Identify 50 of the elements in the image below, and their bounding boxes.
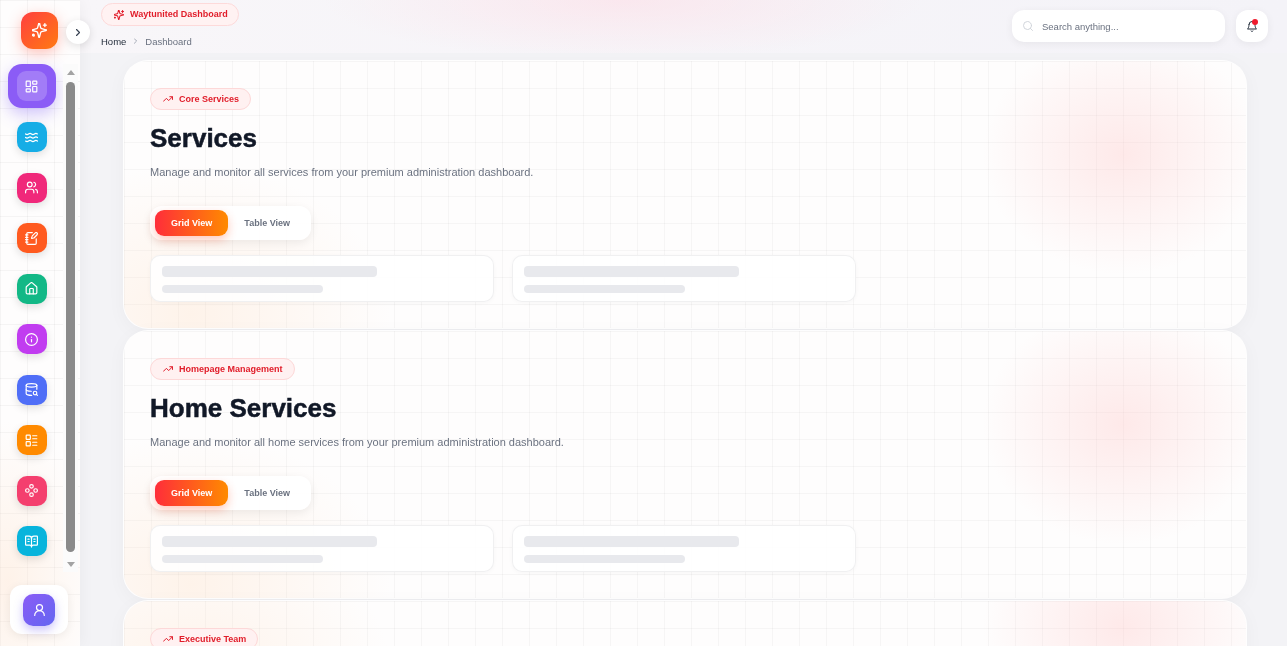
notebook-pen-icon (25, 231, 38, 245)
badge-label: Homepage Management (179, 363, 283, 375)
chevron-right-icon (76, 28, 80, 36)
badge-label: Waytunited Dashboard (130, 9, 228, 20)
section-title: Home Services (150, 392, 337, 424)
book-icon (25, 534, 38, 548)
section-description: Manage and monitor all services from your premium administration dashboard. (150, 165, 534, 180)
scroll-up-icon[interactable] (66, 70, 75, 75)
nav-item[interactable] (16, 425, 47, 455)
nav-item[interactable] (16, 475, 47, 506)
search-field[interactable]: Search anything... (1012, 10, 1225, 42)
list-icon (25, 433, 38, 447)
section-title: Services (150, 122, 257, 154)
notifications-button[interactable] (1236, 10, 1268, 42)
nav-item[interactable] (16, 122, 47, 152)
breadcrumb-current: Dashboard (145, 35, 192, 47)
info-icon (25, 332, 38, 346)
sparkles-icon (114, 9, 124, 20)
user-button[interactable] (23, 593, 55, 626)
trending-up-icon (163, 636, 173, 642)
badge-label: Executive Team (179, 633, 247, 645)
search-icon (1023, 21, 1033, 31)
view-tab[interactable]: Table View (228, 480, 307, 506)
view-tab[interactable]: Grid View (155, 480, 229, 506)
nav-item[interactable] (16, 324, 47, 354)
bell-icon (1247, 20, 1257, 32)
nav-item[interactable] (16, 526, 47, 556)
scroll-down-icon[interactable] (66, 562, 75, 567)
section-description: Manage and monitor all home services from your premium administration dashboard. (150, 435, 564, 450)
home-icon (25, 282, 38, 295)
users-icon (25, 181, 38, 194)
nav-item[interactable] (16, 273, 47, 304)
logo-sparkles-icon (21, 12, 58, 49)
breadcrumb-link[interactable]: Home (101, 35, 127, 47)
trending-up-icon (163, 366, 173, 372)
dashboard-icon (16, 71, 47, 101)
waves-icon (25, 130, 38, 144)
user-icon (33, 603, 45, 616)
nav-item[interactable] (7, 64, 56, 108)
trending-up-icon (163, 96, 173, 102)
chevron-right-icon (134, 38, 138, 44)
badge-label: Core Services (179, 93, 240, 105)
view-tab[interactable]: Table View (228, 210, 307, 236)
nodes-icon (25, 484, 38, 497)
nav-item[interactable] (16, 374, 47, 405)
scrollbar-thumb[interactable] (66, 82, 75, 552)
view-tab[interactable]: Grid View (155, 210, 229, 236)
nav-item[interactable] (16, 223, 47, 253)
database-search-icon (25, 383, 38, 396)
nav-item[interactable] (16, 172, 47, 203)
